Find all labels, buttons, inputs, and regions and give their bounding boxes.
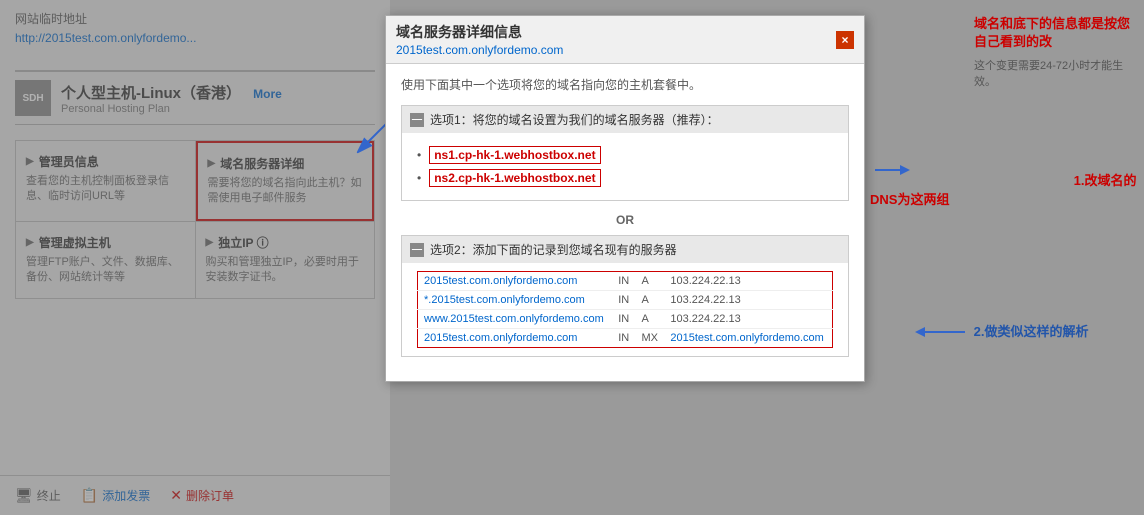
dns-value: 103.224.22.13 (664, 310, 832, 329)
dns-domain: 2015test.com.onlyfordemo.com (418, 329, 613, 348)
arrow-svg-2 (910, 320, 970, 345)
dns-table-row: 2015test.com.onlyfordemo.com IN A 103.22… (418, 272, 833, 291)
dns-table: 2015test.com.onlyfordemo.com IN A 103.22… (417, 271, 833, 348)
ns2-entry: • ns2.cp-hk-1.webhostbox.net (417, 169, 833, 187)
option1-collapse-button[interactable]: － (410, 113, 424, 127)
dns-domain: www.2015test.com.onlyfordemo.com (418, 310, 613, 329)
option2-header: － 选项2：添加下面的记录到您域名现有的服务器 (402, 236, 848, 263)
option1-header: － 选项1：将您的域名设置为我们的域名服务器（推荐）： (402, 106, 848, 133)
dns-type: A (636, 310, 665, 329)
dns-domain: 2015test.com.onlyfordemo.com (418, 272, 613, 291)
dns-table-row: *.2015test.com.onlyfordemo.com IN A 103.… (418, 291, 833, 310)
dns-type: A (636, 272, 665, 291)
option1-section: － 选项1：将您的域名设置为我们的域名服务器（推荐）： • ns1.cp-hk-… (401, 105, 849, 201)
dns-value: 103.224.22.13 (664, 291, 832, 310)
modal-body: 使用下面其中一个选项将您的域名指向您的主机套餐中。 － 选项1：将您的域名设置为… (386, 64, 864, 381)
dns-parse-annotation: 2.做类似这样的解析 (910, 320, 1088, 345)
dns-class: IN (612, 291, 635, 310)
modal-title-group: 域名服务器详细信息 2015test.com.onlyfordemo.com (396, 22, 563, 57)
dns-class: IN (612, 272, 635, 291)
ns2-value: ns2.cp-hk-1.webhostbox.net (429, 169, 600, 187)
modal-close-button[interactable]: × (836, 31, 854, 49)
option2-collapse-button[interactable]: － (410, 243, 424, 257)
option2-section: － 选项2：添加下面的记录到您域名现有的服务器 2015test.com.onl… (401, 235, 849, 357)
dns-value: 2015test.com.onlyfordemo.com (664, 329, 832, 348)
modal-intro-text: 使用下面其中一个选项将您的域名指向您的主机套餐中。 (401, 76, 849, 93)
dns-type: A (636, 291, 665, 310)
arrow-svg-1 (870, 155, 1070, 185)
dns-table-row: 2015test.com.onlyfordemo.com IN MX 2015t… (418, 329, 833, 348)
dns-type: MX (636, 329, 665, 348)
dns-class: IN (612, 329, 635, 348)
ns1-entry: • ns1.cp-hk-1.webhostbox.net (417, 146, 833, 164)
modal-header: 域名服务器详细信息 2015test.com.onlyfordemo.com × (386, 16, 864, 64)
dns-table-row: www.2015test.com.onlyfordemo.com IN A 10… (418, 310, 833, 329)
modal-domain: 2015test.com.onlyfordemo.com (396, 43, 563, 57)
ns2-bullet: • (417, 171, 421, 185)
ns1-bullet: • (417, 148, 421, 162)
dns-domain: *.2015test.com.onlyfordemo.com (418, 291, 613, 310)
option2-content: 2015test.com.onlyfordemo.com IN A 103.22… (402, 263, 848, 356)
modal-title: 域名服务器详细信息 (396, 22, 563, 42)
or-divider: OR (401, 213, 849, 227)
dns-value: 103.224.22.13 (664, 272, 832, 291)
ns1-value: ns1.cp-hk-1.webhostbox.net (429, 146, 600, 164)
right-annotation: 域名和底下的信息都是按您自己看到的改 这个变更需要24-72小时才能生效。 (974, 15, 1134, 90)
annotation-change-time: 这个变更需要24-72小时才能生效。 (974, 59, 1134, 90)
dns-arrow-annotation: 1.改域名的DNS为这两组 (870, 155, 1144, 208)
annotation-top-red: 域名和底下的信息都是按您自己看到的改 (974, 15, 1134, 51)
option1-content: • ns1.cp-hk-1.webhostbox.net • ns2.cp-hk… (402, 133, 848, 200)
dns-class: IN (612, 310, 635, 329)
nameserver-modal: 域名服务器详细信息 2015test.com.onlyfordemo.com ×… (385, 15, 865, 382)
